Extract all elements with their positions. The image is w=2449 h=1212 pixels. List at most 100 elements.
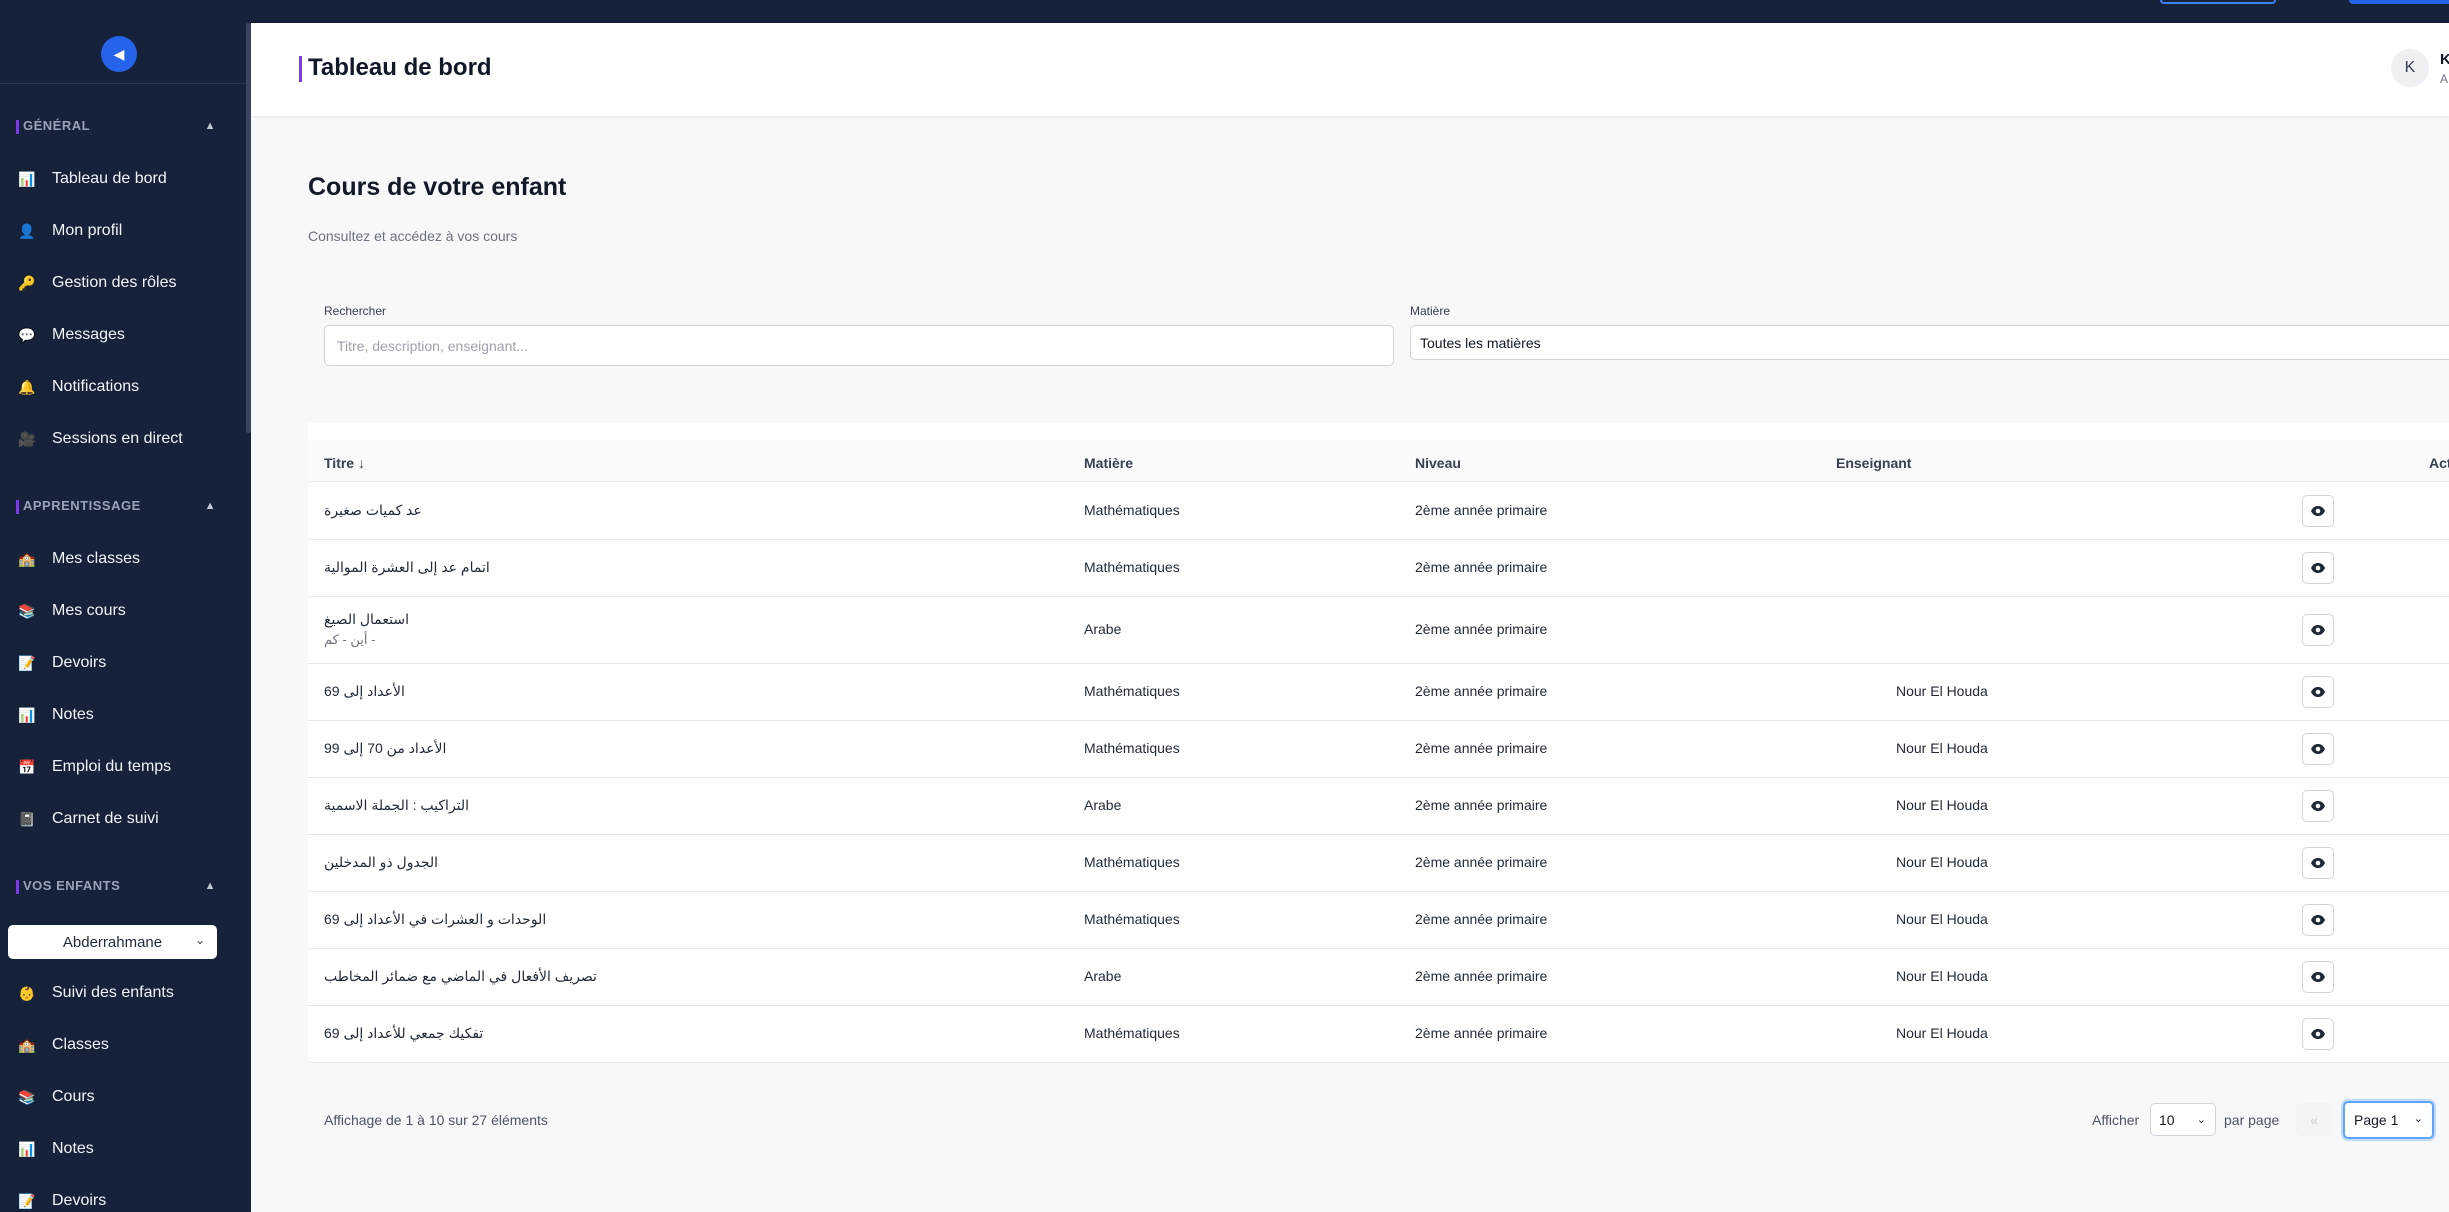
subject-select[interactable]: Toutes les matières <box>1410 325 2449 360</box>
chevron-down-icon: ⌄ <box>194 933 205 947</box>
chevron-down-icon: ⌄ <box>2413 1113 2423 1125</box>
subject-label: Matière <box>1410 304 1451 318</box>
table-row[interactable]: تفكيك جمعي للأعداد إلى 69 Mathématiques … <box>308 1006 2449 1063</box>
table-row[interactable]: التراكيب : الجملة الاسمية Arabe 2ème ann… <box>308 778 2449 835</box>
sidebar-item-emploi-du-temps[interactable]: 📅 Emploi du temps <box>18 752 238 782</box>
view-course-button[interactable] <box>2302 1018 2334 1050</box>
sidebar-item-suivi-enfants[interactable]: 👶 Suivi des enfants <box>18 978 238 1008</box>
video-icon: 🎥 <box>18 430 36 447</box>
view-course-button[interactable] <box>2302 961 2334 993</box>
course-level: 2ème année primaire <box>1415 854 1548 870</box>
eye-icon <box>2311 972 2325 982</box>
user-icon: 👤 <box>18 222 36 239</box>
column-header-level[interactable]: Niveau <box>1415 455 1461 471</box>
pagination-info: Affichage de 1 à 10 sur 27 éléments <box>324 1112 548 1128</box>
course-title[interactable]: تفكيك جمعي للأعداد إلى 69 <box>324 1025 483 1042</box>
sidebar-item-label: Devoirs <box>52 654 107 671</box>
table-row[interactable]: استعمال الصيغ - أين - كم Arabe 2ème anné… <box>308 597 2449 664</box>
sidebar-item-mon-profil[interactable]: 👤 Mon profil <box>18 216 238 246</box>
sidebar-item-notes[interactable]: 📊 Notes <box>18 700 238 730</box>
subject-select-value: Toutes les matières <box>1420 335 1541 351</box>
table-row[interactable]: الوحدات و العشرات في الأعداد إلى 69 Math… <box>308 892 2449 949</box>
view-course-button[interactable] <box>2302 552 2334 584</box>
top-primary-button[interactable] <box>2349 0 2449 4</box>
sidebar-item-classes[interactable]: 🏫 Classes <box>18 1030 238 1060</box>
user-name[interactable]: K <box>2440 51 2449 68</box>
sidebar-item-sessions-direct[interactable]: 🎥 Sessions en direct <box>18 424 238 454</box>
sidebar-item-label: Devoirs <box>52 1192 107 1209</box>
course-teacher: Nour El Houda <box>1896 1025 1988 1041</box>
eye-icon <box>2311 1029 2325 1039</box>
sidebar-item-mes-classes[interactable]: 🏫 Mes classes <box>18 544 238 574</box>
eye-icon <box>2311 506 2325 516</box>
table-row[interactable]: عد كميات صغيرة Mathématiques 2ème année … <box>308 483 2449 540</box>
page-select[interactable]: Page 1 ⌄ <box>2343 1101 2434 1139</box>
course-title[interactable]: الأعداد من 70 إلى 99 <box>324 740 446 757</box>
course-title[interactable]: الجدول ذو المدخلين <box>324 854 438 871</box>
view-course-button[interactable] <box>2302 733 2334 765</box>
top-header: Tableau de bord <box>251 23 2449 116</box>
sidebar-item-carnet-de-suivi[interactable]: 📓 Carnet de suivi <box>18 804 238 834</box>
table-header: Titre ↓ Matière Niveau Enseignant Action… <box>308 440 2449 482</box>
sidebar-item-messages[interactable]: 💬 Messages <box>18 320 238 350</box>
chevron-up-icon: ▲ <box>204 120 216 132</box>
course-title[interactable]: استعمال الصيغ <box>324 611 409 628</box>
column-header-subject[interactable]: Matière <box>1084 455 1133 471</box>
course-title[interactable]: تصريف الأفعال في الماضي مع ضمائر المخاطب <box>324 968 597 985</box>
chart-icon: 📊 <box>18 170 36 187</box>
search-input[interactable] <box>324 325 1394 366</box>
show-label: Afficher <box>2092 1112 2140 1128</box>
course-title[interactable]: الأعداد إلى 69 <box>324 683 405 700</box>
sidebar-item-cours[interactable]: 📚 Cours <box>18 1082 238 1112</box>
view-course-button[interactable] <box>2302 790 2334 822</box>
section-vos-enfants[interactable]: VOS ENFANTS ▲ <box>16 878 216 894</box>
table-row[interactable]: الأعداد من 70 إلى 99 Mathématiques 2ème … <box>308 721 2449 778</box>
search-label: Rechercher <box>324 304 387 318</box>
course-subject: Mathématiques <box>1084 740 1180 756</box>
section-general[interactable]: GÉNÉRAL ▲ <box>16 118 216 134</box>
column-header-actions: Actions <box>2429 455 2449 471</box>
course-title[interactable]: اتمام عد إلى العشرة الموالية <box>324 559 490 576</box>
previous-page-button[interactable]: « <box>2296 1103 2332 1136</box>
column-header-title[interactable]: Titre ↓ <box>324 455 365 471</box>
course-level: 2ème année primaire <box>1415 911 1548 927</box>
view-course-button[interactable] <box>2302 904 2334 936</box>
column-header-teacher[interactable]: Enseignant <box>1836 455 1911 471</box>
sidebar-divider <box>0 83 246 84</box>
course-subject: Mathématiques <box>1084 911 1180 927</box>
bell-icon: 🔔 <box>18 378 36 395</box>
sidebar-item-gestion-roles[interactable]: 🔑 Gestion des rôles <box>18 268 238 298</box>
eye-icon <box>2311 915 2325 925</box>
table-row[interactable]: تصريف الأفعال في الماضي مع ضمائر المخاطب… <box>308 949 2449 1006</box>
course-title[interactable]: التراكيب : الجملة الاسمية <box>324 797 469 814</box>
course-teacher: Nour El Houda <box>1896 797 1988 813</box>
sidebar-item-child-devoirs[interactable]: 📝 Devoirs <box>18 1186 238 1212</box>
sidebar-item-child-notes[interactable]: 📊 Notes <box>18 1134 238 1164</box>
view-course-button[interactable] <box>2302 676 2334 708</box>
top-outline-button[interactable] <box>2160 0 2276 4</box>
sidebar-item-label: Suivi des enfants <box>52 984 174 1001</box>
child-select[interactable]: Abderrahmane ⌄ <box>8 925 217 959</box>
sidebar-item-mes-cours[interactable]: 📚 Mes cours <box>18 596 238 626</box>
section-apprentissage[interactable]: APPRENTISSAGE ▲ <box>16 498 216 514</box>
sidebar-item-tableau-de-bord[interactable]: 📊 Tableau de bord <box>18 164 238 194</box>
view-course-button[interactable] <box>2302 847 2334 879</box>
course-title[interactable]: الوحدات و العشرات في الأعداد إلى 69 <box>324 911 546 928</box>
page-select-value: Page 1 <box>2354 1112 2399 1128</box>
sidebar-item-notifications[interactable]: 🔔 Notifications <box>18 372 238 402</box>
view-course-button[interactable] <box>2302 614 2334 646</box>
per-page-select[interactable]: 10 ⌄ <box>2150 1103 2216 1136</box>
course-title[interactable]: عد كميات صغيرة <box>324 502 422 519</box>
school-icon: 🏫 <box>18 1036 36 1053</box>
table-row[interactable]: الجدول ذو المدخلين Mathématiques 2ème an… <box>308 835 2449 892</box>
avatar[interactable]: K <box>2391 49 2429 87</box>
calendar-icon: 📅 <box>18 758 36 775</box>
collapse-sidebar-button[interactable]: ◀ <box>101 36 137 72</box>
sidebar: ◀ GÉNÉRAL ▲ 📊 Tableau de bord 👤 Mon profil… <box>0 23 251 1212</box>
table-row[interactable]: اتمام عد إلى العشرة الموالية Mathématiqu… <box>308 540 2449 597</box>
eye-icon <box>2311 858 2325 868</box>
table-row[interactable]: الأعداد إلى 69 Mathématiques 2ème année … <box>308 664 2449 721</box>
sidebar-item-label: Sessions en direct <box>52 430 183 447</box>
view-course-button[interactable] <box>2302 495 2334 527</box>
sidebar-item-devoirs[interactable]: 📝 Devoirs <box>18 648 238 678</box>
